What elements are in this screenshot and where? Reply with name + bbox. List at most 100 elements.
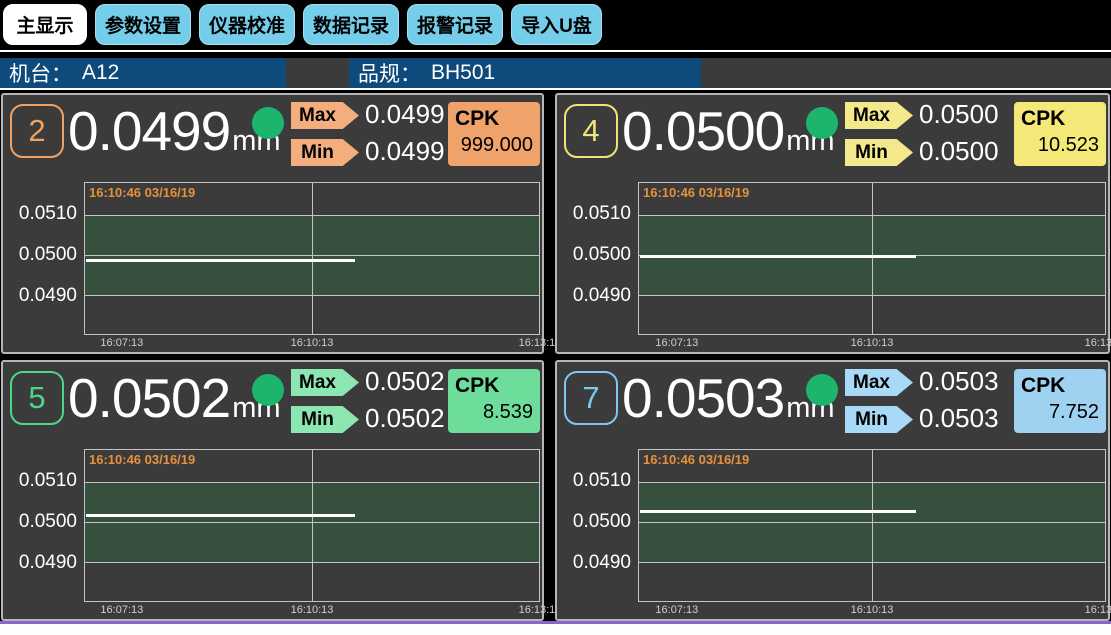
x-axis: 16:07:13 16:10:13 16:13:13 [84,337,540,353]
x-axis-tick: 16:13:13 [1085,337,1111,349]
cpk-box: CPK 10.523 [1014,102,1106,166]
min-value: 0.0500 [919,136,999,166]
min-tag: Min [845,406,913,433]
measurement-number: 0.0503 [622,370,784,426]
gridline-vertical [312,450,313,601]
cpk-box: CPK 8.539 [448,369,540,433]
min-tag: Min [291,406,359,433]
y-axis-tick: 0.0510 [3,204,77,224]
cpk-label: CPK [455,373,533,399]
machine-label: 机台： [9,58,72,88]
machine-value: A12 [82,61,119,85]
max-tag: Max [291,369,359,396]
tab-alarm-records[interactable]: 报警记录 [407,4,503,45]
x-axis-tick: 16:07:13 [655,337,698,349]
channel-panel-7[interactable]: 7 0.0503 mm Max 0.0503 Min 0.0503 CPK 7.… [555,360,1110,621]
cpk-box: CPK 999.000 [448,102,540,166]
max-value: 0.0502 [365,366,445,396]
chart-timestamp: 16:10:46 03/16/19 [89,452,195,467]
max-value: 0.0503 [919,366,999,396]
cpk-label: CPK [1021,373,1099,399]
info-bar: 机台： A12 品规： BH501 [0,58,1111,88]
trend-chart: 16:10:46 03/16/19 [84,182,540,335]
chart-data-line [86,514,355,517]
measurement-number: 0.0499 [68,103,230,159]
status-indicator-dot [252,374,284,406]
trend-chart: 16:10:46 03/16/19 [84,449,540,602]
y-axis-tick: 0.0500 [557,245,631,265]
measurement-value: 0.0499 mm [68,103,281,159]
machine-block[interactable]: 机台： A12 [0,58,286,88]
chart-timestamp: 16:10:46 03/16/19 [89,185,195,200]
gridline-vertical [872,450,873,601]
cpk-value: 8.539 [455,399,533,426]
x-axis-tick: 16:10:13 [291,604,334,616]
status-indicator-dot [252,107,284,139]
x-axis: 16:07:13 16:10:13 16:13:13 [84,604,540,620]
tab-data-records[interactable]: 数据记录 [303,4,399,45]
max-tag: Max [291,102,359,129]
max-value: 0.0500 [919,99,999,129]
channel-number-badge: 4 [564,104,618,158]
product-value: BH501 [431,61,495,85]
channel-panel-2[interactable]: 2 0.0499 mm Max 0.0499 Min 0.0499 CPK 99… [1,93,544,354]
chart-timestamp: 16:10:46 03/16/19 [643,185,749,200]
measurement-value: 0.0502 mm [68,370,281,426]
tab-import-usb[interactable]: 导入U盘 [511,4,602,45]
min-tag: Min [845,139,913,166]
gridline-vertical [872,183,873,334]
y-axis-tick: 0.0500 [3,512,77,532]
x-axis-tick: 16:07:13 [100,337,143,349]
tab-bar: 主显示 参数设置 仪器校准 数据记录 报警记录 导入U盘 [0,0,1111,50]
y-axis-tick: 0.0500 [557,512,631,532]
separator-line-top [0,50,1111,52]
chart-data-line [640,255,916,258]
channel-number-badge: 5 [10,371,64,425]
x-axis: 16:07:13 16:10:13 16:13:13 [638,337,1106,353]
tab-instrument-calibration[interactable]: 仪器校准 [199,4,295,45]
x-axis-tick: 16:07:13 [100,604,143,616]
product-block[interactable]: 品规： BH501 [349,58,701,88]
y-axis-tick: 0.0490 [557,286,631,306]
cpk-value: 999.000 [455,132,533,159]
tab-parameter-settings[interactable]: 参数设置 [95,4,191,45]
min-value: 0.0503 [919,403,999,433]
trend-chart: 16:10:46 03/16/19 [638,449,1106,602]
measurement-value: 0.0500 mm [622,103,835,159]
max-tag: Max [845,102,913,129]
chart-data-line [640,510,916,513]
y-axis-tick: 0.0510 [3,471,77,491]
measurement-number: 0.0500 [622,103,784,159]
tab-main-display[interactable]: 主显示 [3,4,87,45]
x-axis-tick: 16:10:13 [291,337,334,349]
x-axis: 16:07:13 16:10:13 16:13:13 [638,604,1106,620]
x-axis-tick: 16:13:13 [1085,604,1111,616]
chart-timestamp: 16:10:46 03/16/19 [643,452,749,467]
cpk-label: CPK [455,106,533,132]
channel-panel-5[interactable]: 5 0.0502 mm Max 0.0502 Min 0.0502 CPK 8.… [1,360,544,621]
max-value: 0.0499 [365,99,445,129]
y-axis-tick: 0.0490 [3,553,77,573]
y-axis-tick: 0.0490 [3,286,77,306]
trend-chart: 16:10:46 03/16/19 [638,182,1106,335]
x-axis-tick: 16:10:13 [851,604,894,616]
screen-bottom-strip [0,624,1111,635]
cpk-box: CPK 7.752 [1014,369,1106,433]
min-value: 0.0502 [365,403,445,433]
min-value: 0.0499 [365,136,445,166]
channel-panel-4[interactable]: 4 0.0500 mm Max 0.0500 Min 0.0500 CPK 10… [555,93,1110,354]
y-axis-tick: 0.0510 [557,204,631,224]
chart-data-line [86,259,355,262]
channel-number-badge: 7 [564,371,618,425]
max-tag: Max [845,369,913,396]
y-axis-tick: 0.0490 [557,553,631,573]
y-axis-tick: 0.0500 [3,245,77,265]
cpk-label: CPK [1021,106,1099,132]
cpk-value: 7.752 [1021,399,1099,426]
x-axis-tick: 16:07:13 [655,604,698,616]
min-tag: Min [291,139,359,166]
x-axis-tick: 16:10:13 [851,337,894,349]
measurement-number: 0.0502 [68,370,230,426]
cpk-value: 10.523 [1021,132,1099,159]
status-indicator-dot [806,107,838,139]
